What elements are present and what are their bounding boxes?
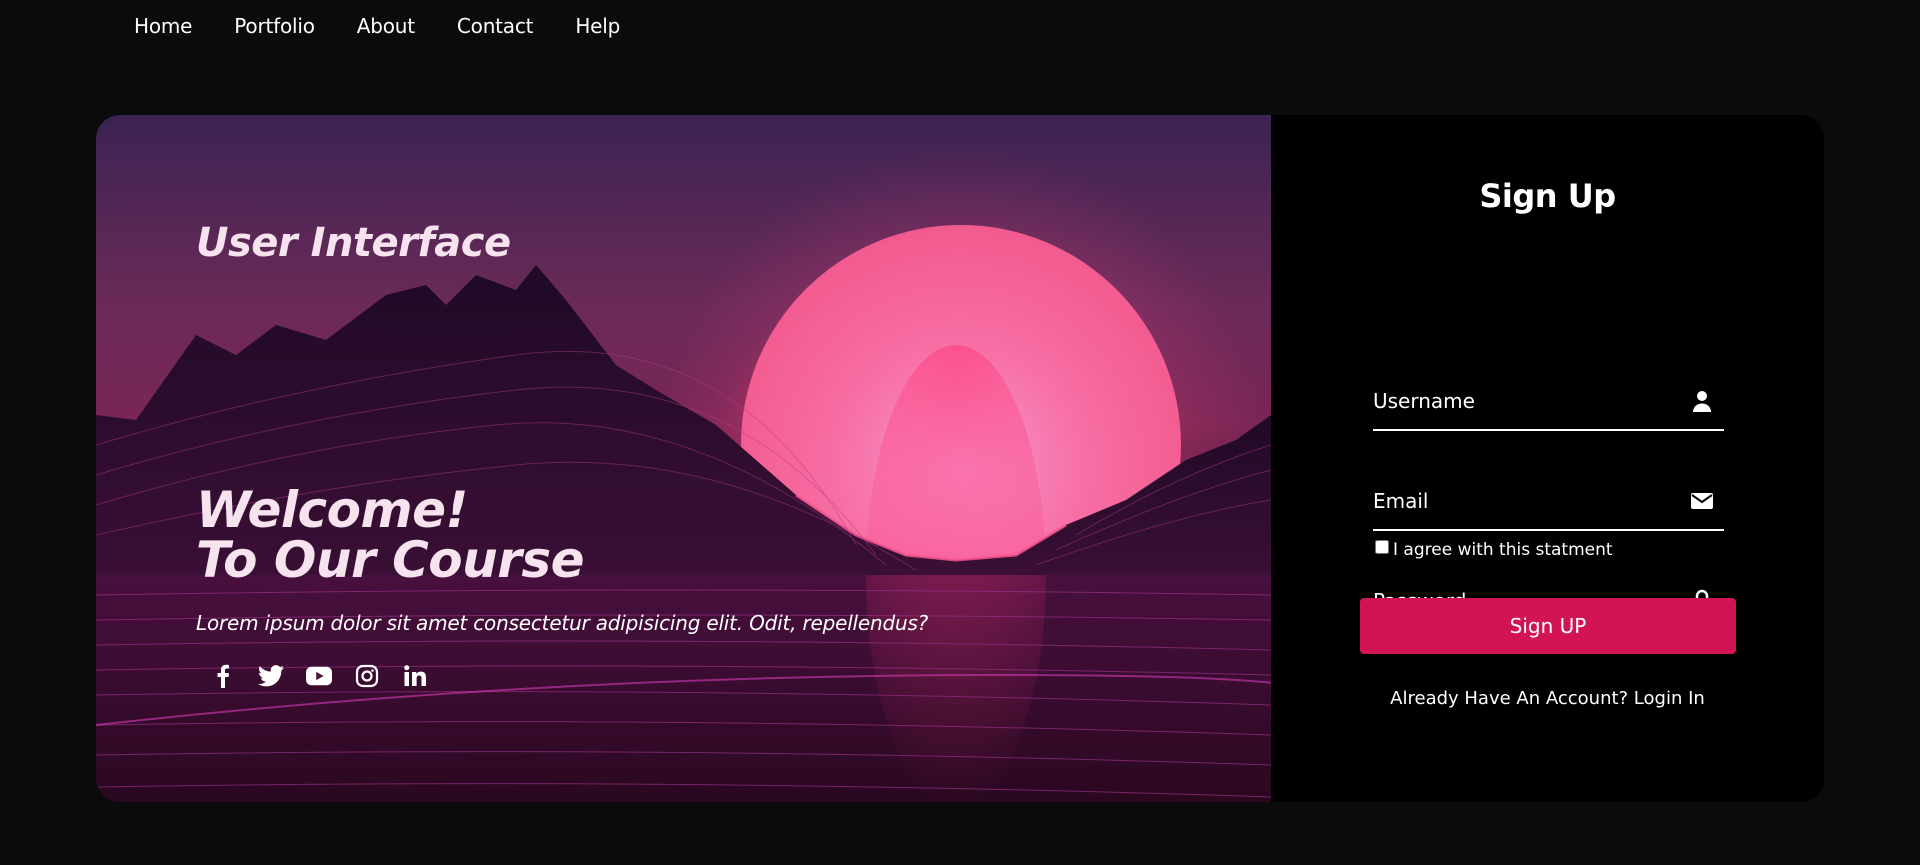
social-links [210,663,428,689]
nav-about-link[interactable]: About [357,14,415,38]
agree-label: I agree with this statment [1393,540,1613,560]
login-link[interactable]: Already Have An Account? Login In [1271,688,1824,709]
hero-panel: User Interface Welcome! To Our Course Lo… [96,115,1271,802]
user-icon [1693,391,1711,412]
welcome-line-1: Welcome! [196,481,468,539]
nav-contact-link[interactable]: Contact [457,14,534,38]
username-input[interactable] [1373,375,1683,427]
signup-card: User Interface Welcome! To Our Course Lo… [96,115,1824,802]
agree-checkbox-row[interactable]: I agree with this statment [1375,540,1613,560]
signup-form: Sign Up I agree with this statment Sign … [1271,115,1824,802]
hero-title: User Interface [196,220,511,266]
agree-checkbox[interactable] [1375,540,1389,554]
welcome-line-2: To Our Course [196,531,585,589]
envelope-icon [1691,493,1713,509]
email-field-wrapper [1373,475,1724,531]
welcome-heading: Welcome! To Our Course [196,481,585,589]
nav-home-link[interactable]: Home [134,14,192,38]
nav-portfolio-link[interactable]: Portfolio [234,14,315,38]
signup-submit-button[interactable]: Sign UP [1360,598,1736,654]
username-field-wrapper [1373,375,1724,431]
form-title: Sign Up [1479,177,1616,215]
synthwave-background-image [96,145,1271,802]
nav-help-link[interactable]: Help [575,14,620,38]
email-input[interactable] [1373,475,1683,527]
instagram-icon[interactable] [354,663,380,689]
linkedin-icon[interactable] [402,663,428,689]
hero-description: Lorem ipsum dolor sit amet consectetur a… [196,611,929,635]
facebook-icon[interactable] [210,663,236,689]
top-nav: Home Portfolio About Contact Help [134,14,620,38]
youtube-icon[interactable] [306,663,332,689]
twitter-icon[interactable] [258,663,284,689]
